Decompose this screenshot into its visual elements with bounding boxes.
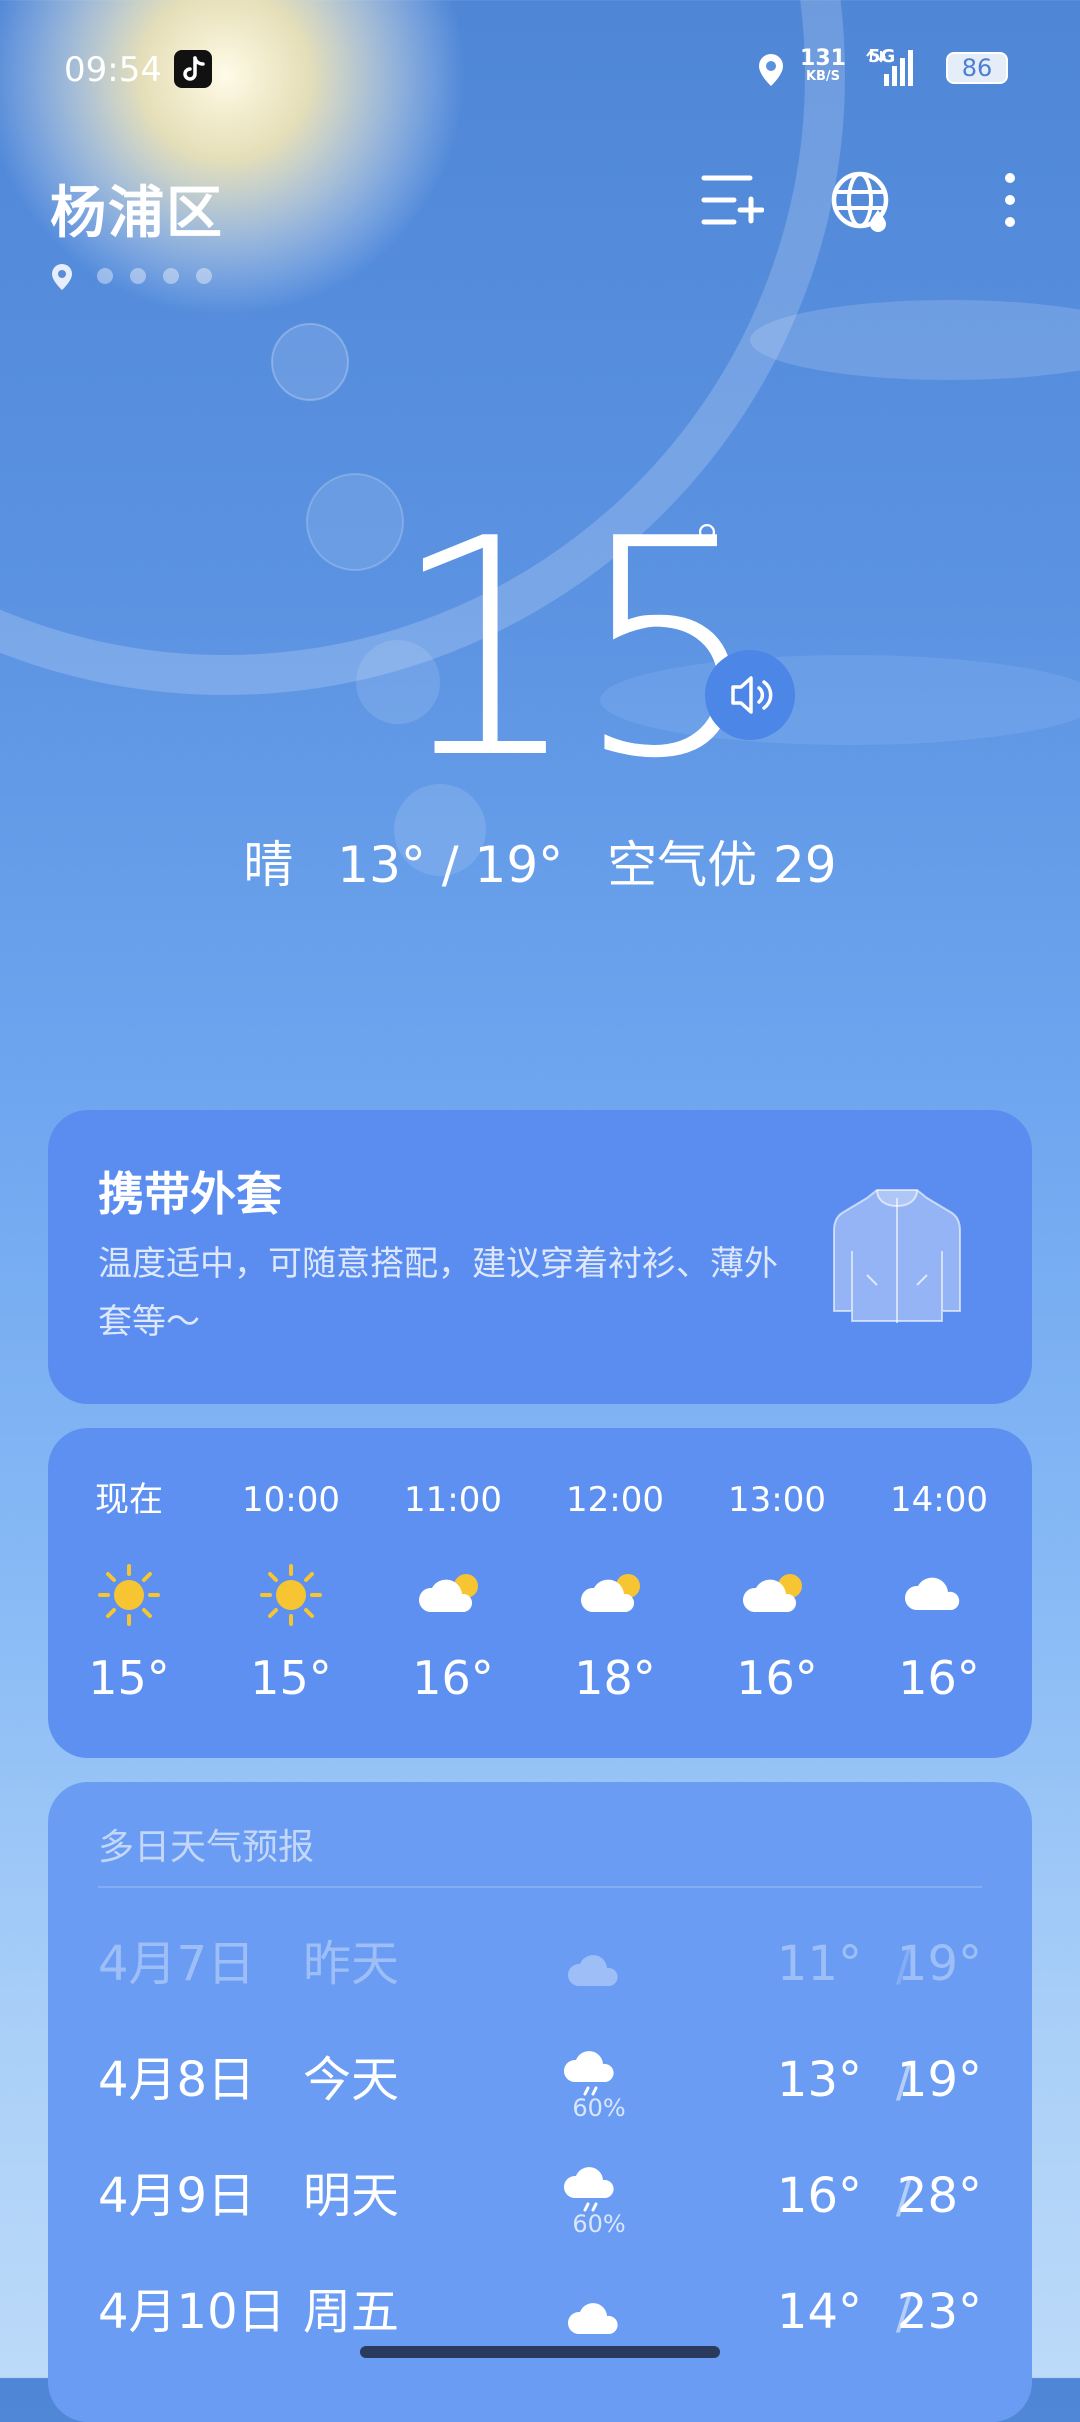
hour-temp: 18° (574, 1651, 656, 1705)
hour-label: 12:00 (566, 1480, 664, 1520)
forecast-high: 23° (896, 2284, 982, 2340)
voice-broadcast-button[interactable] (705, 650, 795, 740)
city-name[interactable]: 杨浦区 (50, 168, 224, 249)
forecast-row[interactable]: 4月7日 昨天 11° / 19° (48, 1918, 1032, 2018)
globe-icon[interactable] (830, 170, 894, 238)
forecast-row[interactable]: 4月8日 今天 60% 13° / 19° (48, 2034, 1032, 2134)
weather-summary: 晴 13° / 19° 空气优 29 (0, 835, 1080, 895)
forecast-day: 昨天 (303, 1936, 400, 1992)
advice-title: 携带外套 (98, 1167, 282, 1221)
forecast-day: 明天 (303, 2168, 400, 2224)
forecast-date: 4月10日 (98, 2284, 286, 2340)
tiktok-icon (174, 50, 212, 88)
hourly-item: 14:00 16° (858, 1480, 1020, 1706)
forecast-date: 4月9日 (98, 2168, 256, 2224)
forecast-title: 多日天气预报 (98, 1827, 315, 1868)
daily-forecast-card[interactable]: 多日天气预报 4月7日 昨天 11° / 19° 4月8日 今天 60% 13°… (48, 1782, 1032, 2422)
hour-temp: 16° (736, 1651, 818, 1705)
forecast-low: 11° (776, 1936, 862, 1992)
hourly-item: 11:00 16° (372, 1480, 534, 1706)
location-status-icon (756, 52, 786, 92)
rain-probability: 60% (572, 2094, 626, 2122)
home-indicator[interactable] (360, 2346, 720, 2358)
partly-cloudy-icon (580, 1574, 640, 1612)
hourly-forecast-card[interactable]: 现在 15° 10:00 15° 11:00 16° 12:00 18° 13:… (48, 1428, 1032, 1758)
sun-icon (260, 1564, 322, 1626)
jacket-icon (833, 1189, 961, 1323)
condition-text: 晴 (243, 836, 294, 894)
hour-label: 13:00 (728, 1480, 826, 1520)
advice-text: 温度适中，可随意搭配，建议穿着衬衫、薄外套等～ (98, 1244, 778, 1342)
forecast-high: 19° (896, 2052, 982, 2108)
forecast-day: 周五 (303, 2284, 400, 2340)
cloud-icon (904, 1577, 960, 1610)
forecast-low: 16° (776, 2168, 862, 2224)
forecast-date: 4月7日 (98, 1936, 256, 1992)
battery-level: 86 (961, 54, 993, 82)
more-menu-icon[interactable] (1000, 170, 1020, 234)
sun-icon (98, 1564, 160, 1626)
rain-probability: 60% (572, 2210, 626, 2238)
partly-cloudy-icon (742, 1574, 802, 1612)
forecast-date: 4月8日 (98, 2052, 256, 2108)
hour-label: 现在 (95, 1480, 163, 1520)
hour-label: 10:00 (242, 1480, 340, 1520)
net-speed-value: 131 (800, 46, 846, 71)
net-speed-unit: KB/S (805, 69, 841, 84)
forecast-day: 今天 (303, 2052, 400, 2108)
hour-label: 14:00 (890, 1480, 988, 1520)
city-manage-icon[interactable] (700, 170, 765, 234)
hour-temp: 15° (88, 1651, 170, 1705)
air-quality[interactable]: 空气优 29 (607, 836, 837, 894)
hour-temp: 15° (250, 1651, 332, 1705)
signal-icon (864, 49, 914, 92)
forecast-low: 14° (776, 2284, 862, 2340)
degree-symbol: ° (692, 512, 722, 582)
partly-cloudy-icon (418, 1574, 478, 1612)
forecast-low: 13° (776, 2052, 862, 2108)
divider (98, 1886, 982, 1888)
hourly-item: 13:00 16° (696, 1480, 858, 1706)
forecast-row[interactable]: 4月9日 明天 60% 16° / 28° (48, 2150, 1032, 2250)
hour-label: 11:00 (404, 1480, 502, 1520)
speaker-icon (731, 676, 773, 714)
hour-temp: 16° (898, 1651, 980, 1705)
forecast-high: 19° (896, 1936, 982, 1992)
status-time: 09:54 (64, 50, 162, 90)
net-speed: 131 KB/S (798, 48, 848, 84)
battery-icon: 86 (946, 52, 1008, 84)
hourly-item: 10:00 15° (210, 1480, 372, 1706)
hourly-item: 12:00 18° (534, 1480, 696, 1706)
hour-temp: 16° (412, 1651, 494, 1705)
status-bar: 09:54 131 KB/S 5G 86 (64, 46, 1016, 92)
clothing-advice-card[interactable]: 携带外套 温度适中，可随意搭配，建议穿着衬衫、薄外套等～ (48, 1110, 1032, 1404)
forecast-high: 28° (896, 2168, 982, 2224)
header-actions (700, 170, 1040, 232)
hourly-item: 现在 15° (48, 1480, 210, 1706)
temp-range: 13° / 19° (337, 836, 564, 894)
page-indicator (50, 262, 220, 296)
cloud-icon (567, 1955, 618, 1986)
